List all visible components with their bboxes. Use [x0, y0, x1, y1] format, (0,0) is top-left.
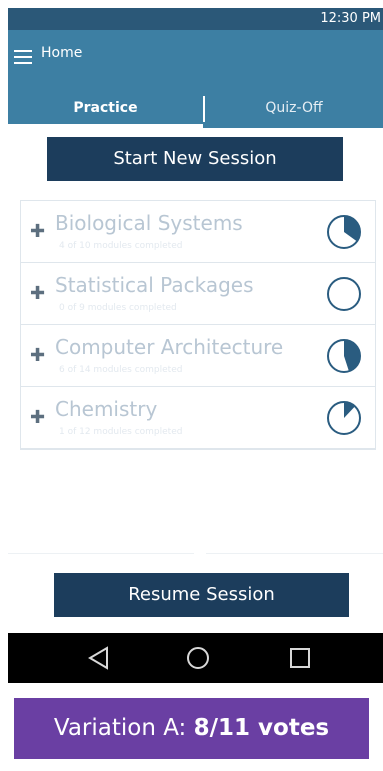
- hamburger-menu-icon[interactable]: [14, 50, 32, 64]
- divider-mark: [194, 549, 206, 558]
- tab-selected-indicator: [8, 124, 203, 128]
- phone-screen: 12:30 PM Home Practice Quiz-Off Start Ne…: [8, 8, 383, 684]
- topic-row-statistical-packages[interactable]: ✚ Statistical Packages 0 of 9 modules co…: [21, 263, 375, 325]
- topic-subtitle: 4 of 10 modules completed: [59, 241, 183, 251]
- plus-icon[interactable]: ✚: [30, 221, 45, 242]
- resume-session-button[interactable]: Resume Session: [54, 573, 349, 617]
- tab-quiz-off[interactable]: Quiz-Off: [205, 88, 383, 128]
- topic-subtitle: 0 of 9 modules completed: [59, 303, 177, 313]
- progress-ring-icon: [327, 339, 361, 373]
- topic-row-biological-systems[interactable]: ✚ Biological Systems 4 of 10 modules com…: [21, 201, 375, 263]
- home-circle-icon[interactable]: [186, 646, 210, 670]
- topic-row-chemistry[interactable]: ✚ Chemistry 1 of 12 modules completed: [21, 387, 375, 449]
- topic-list: ✚ Biological Systems 4 of 10 modules com…: [20, 200, 376, 450]
- tab-practice-label: Practice: [73, 100, 138, 116]
- plus-icon[interactable]: ✚: [30, 345, 45, 366]
- topic-title: Chemistry: [55, 397, 158, 421]
- variation-caption: Variation A: 8/11 votes: [14, 698, 369, 759]
- caption-prefix: Variation A:: [53, 715, 187, 741]
- topic-subtitle: 1 of 12 modules completed: [59, 427, 183, 437]
- page-title: Home: [41, 45, 83, 61]
- tab-practice[interactable]: Practice: [8, 88, 203, 128]
- app-bar: Home: [8, 30, 383, 88]
- plus-icon[interactable]: ✚: [30, 407, 45, 428]
- caption-votes: 8/11 votes: [193, 715, 330, 741]
- status-bar: 12:30 PM: [8, 8, 383, 30]
- topic-title: Statistical Packages: [55, 273, 254, 297]
- progress-ring-icon: [327, 215, 361, 249]
- topic-row-computer-architecture[interactable]: ✚ Computer Architecture 6 of 14 modules …: [21, 325, 375, 387]
- plus-icon[interactable]: ✚: [30, 283, 45, 304]
- start-new-session-button[interactable]: Start New Session: [47, 137, 343, 181]
- progress-ring-icon: [327, 277, 361, 311]
- progress-ring-outline: [327, 277, 361, 311]
- recents-square-icon[interactable]: [288, 646, 312, 670]
- android-nav-bar: [8, 633, 383, 683]
- topic-title: Computer Architecture: [55, 335, 284, 359]
- back-triangle-icon[interactable]: [87, 646, 111, 670]
- topic-subtitle: 6 of 14 modules completed: [59, 365, 183, 375]
- status-time: 12:30 PM: [320, 11, 381, 26]
- topic-title: Biological Systems: [55, 211, 243, 235]
- tab-quiz-off-label: Quiz-Off: [265, 100, 323, 116]
- tab-bar: Practice Quiz-Off: [8, 88, 383, 128]
- progress-ring-icon: [327, 401, 361, 435]
